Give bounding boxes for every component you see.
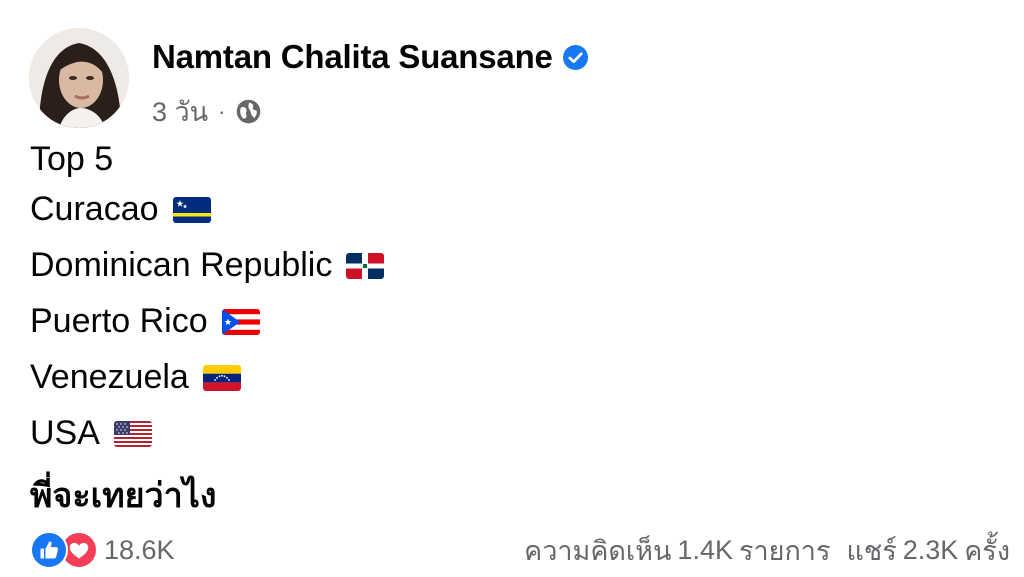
reactions-summary[interactable]: 18.6K: [30, 531, 175, 569]
engagement-stats: ความคิดเห็น 1.4K รายการ แชร์ 2.3K ครั้ง: [518, 529, 1010, 572]
post-line-usa: USA: [30, 414, 152, 453]
post-line-text: พี่จะเทยว่าไง: [30, 477, 217, 515]
shares-label[interactable]: แชร์: [846, 529, 896, 572]
shares-unit[interactable]: ครั้ง: [964, 529, 1010, 572]
comments-count[interactable]: 1.4K: [677, 535, 733, 566]
verified-badge-icon: [562, 44, 588, 70]
post-line-puerto-rico: Puerto Rico: [30, 302, 260, 341]
post-line-text: Puerto Rico: [30, 302, 208, 340]
author-header: Namtan Chalita Suansane: [152, 38, 588, 76]
meta-separator: ·: [218, 98, 226, 124]
post-line-text: USA: [30, 414, 100, 452]
comments-label[interactable]: ความคิดเห็น: [524, 529, 671, 572]
post-line-text: Curacao: [30, 190, 159, 228]
globe-icon[interactable]: [235, 98, 262, 125]
dominican-republic-flag-icon: [346, 252, 385, 279]
post-footer: 18.6K ความคิดเห็น 1.4K รายการ แชร์ 2.3K …: [30, 530, 1010, 570]
post-line-dominican-republic: Dominican Republic: [30, 246, 385, 285]
shares-count[interactable]: 2.3K: [903, 535, 959, 566]
post-line-title: Top 5: [30, 140, 113, 179]
post-line-thai: พี่จะเทยว่าไง: [30, 468, 216, 522]
post-line-text: Venezuela: [30, 358, 189, 396]
author-name[interactable]: Namtan Chalita Suansane: [152, 38, 553, 76]
like-reaction-icon: [30, 531, 68, 569]
post-meta: 3 วัน ·: [152, 90, 262, 133]
comments-unit[interactable]: รายการ: [739, 529, 831, 572]
reaction-count: 18.6K: [104, 534, 175, 565]
post-line-text: Top 5: [30, 140, 114, 178]
avatar-image: [29, 28, 129, 128]
usa-flag-icon: [113, 420, 152, 447]
post-line-curacao: Curacao: [30, 190, 211, 229]
post-timestamp[interactable]: 3 วัน: [152, 90, 208, 133]
curacao-flag-icon: [172, 196, 211, 223]
venezuela-flag-icon: [202, 364, 241, 391]
puerto-rico-flag-icon: [221, 308, 260, 335]
author-avatar[interactable]: [29, 28, 129, 128]
post-line-text: Dominican Republic: [30, 246, 333, 284]
post-line-venezuela: Venezuela: [30, 358, 241, 397]
